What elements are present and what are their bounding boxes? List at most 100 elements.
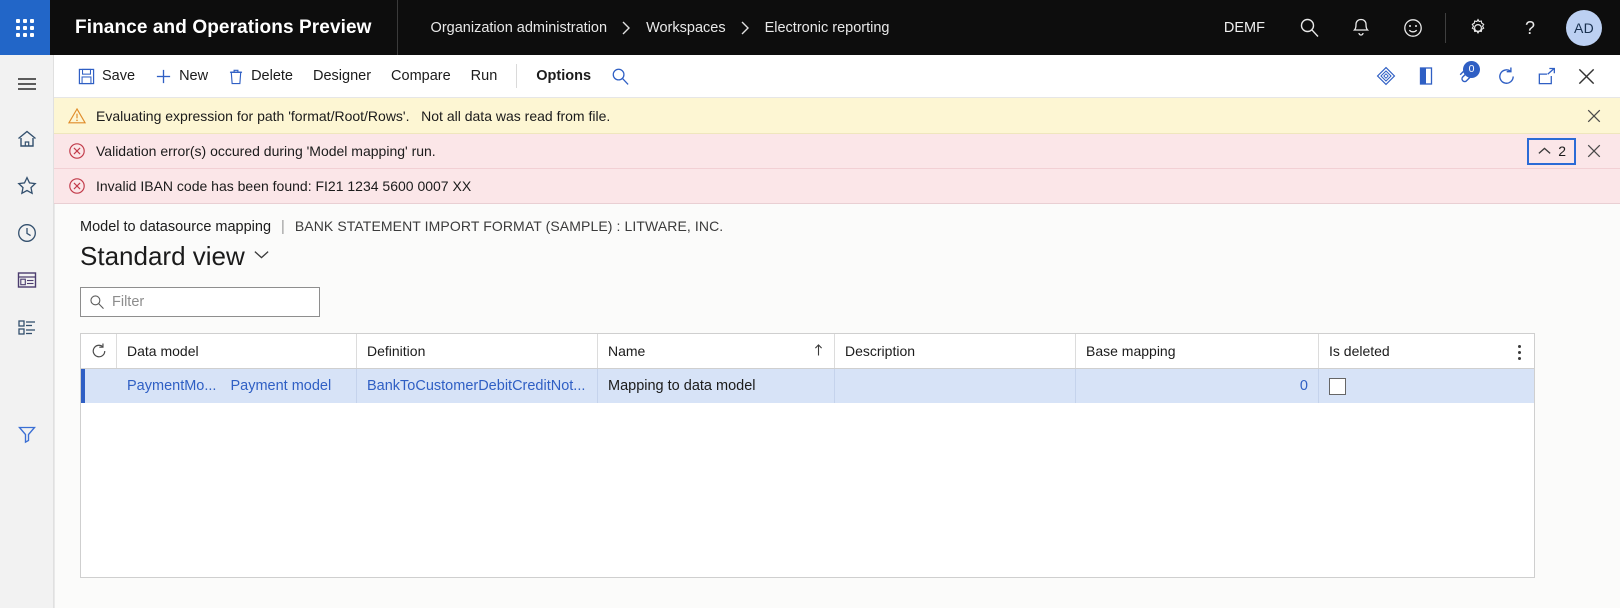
cell-data-model-name: Payment model [230, 378, 332, 394]
chevron-right-icon [621, 20, 632, 36]
compare-button[interactable]: Compare [381, 55, 461, 98]
grid-refresh-button[interactable] [81, 334, 117, 368]
top-nav-actions: DEMF ? AD [1224, 0, 1620, 55]
cell-definition[interactable]: BankToCustomerDebitCreditNot... [357, 369, 598, 403]
grid-column-label: Name [608, 343, 646, 359]
cell-is-deleted[interactable] [1319, 369, 1462, 403]
toolbar-right-actions: 0 [1366, 55, 1620, 98]
save-button[interactable]: Save [68, 55, 145, 98]
grid-column-label: Is deleted [1329, 343, 1390, 359]
page-title: Model to datasource mapping [80, 219, 272, 235]
close-icon[interactable] [1576, 99, 1612, 133]
designer-button[interactable]: Designer [303, 55, 381, 98]
grid-header-row: Data model Definition Name Description B… [81, 334, 1534, 369]
options-button[interactable]: Options [526, 55, 601, 98]
grid-column-header-definition[interactable]: Definition [357, 334, 598, 368]
toolbar-search-button[interactable] [601, 55, 640, 98]
cell-description[interactable] [835, 369, 1076, 403]
svg-text:?: ? [1525, 18, 1535, 38]
error-circle-icon [68, 142, 86, 160]
grid-column-label: Description [845, 343, 916, 359]
home-icon[interactable] [0, 115, 54, 162]
favorites-star-icon[interactable] [0, 162, 54, 209]
breadcrumb-item-electronic-reporting[interactable]: Electronic reporting [765, 20, 890, 36]
app-launcher-button[interactable] [0, 0, 50, 55]
feedback-smiley-icon[interactable] [1387, 0, 1439, 55]
product-title[interactable]: Finance and Operations Preview [50, 0, 398, 55]
cell-data-model[interactable]: PaymentMo... Payment model [117, 369, 357, 403]
search-icon[interactable] [1283, 0, 1335, 55]
avatar[interactable]: AD [1566, 9, 1602, 46]
close-icon[interactable] [1566, 55, 1606, 98]
attachments-icon[interactable]: 0 [1446, 55, 1486, 98]
chevron-down-icon [253, 249, 270, 264]
caption-separator: | [281, 219, 285, 235]
error-message-bar-iban: Invalid IBAN code has been found: FI21 1… [54, 169, 1620, 204]
page-content: Model to datasource mapping | BANK STATE… [54, 204, 1620, 608]
content-inner: Model to datasource mapping | BANK STATE… [80, 204, 1620, 608]
cell-name[interactable]: Mapping to data model [598, 369, 835, 403]
page-caption: Model to datasource mapping | BANK STATE… [80, 204, 1620, 235]
cell-data-model-code: PaymentMo... [127, 378, 217, 394]
view-selector-label: Standard view [80, 241, 245, 271]
run-button[interactable]: Run [461, 55, 508, 98]
save-button-label: Save [102, 68, 136, 84]
cell-base-mapping[interactable]: 0 [1076, 369, 1319, 403]
warning-message-text: Evaluating expression for path 'format/R… [96, 107, 611, 124]
settings-gear-icon[interactable] [1452, 0, 1504, 55]
error-message-text: Validation error(s) occured during 'Mode… [96, 143, 436, 159]
options-button-label: Options [536, 68, 592, 84]
personalize-diamond-icon[interactable] [1366, 55, 1406, 98]
error-detail-text: Invalid IBAN code has been found: FI21 1… [96, 178, 472, 194]
hamburger-menu-icon[interactable] [0, 60, 54, 107]
save-disk-icon [78, 68, 95, 85]
help-question-icon[interactable]: ? [1504, 0, 1556, 55]
recent-clock-icon[interactable] [0, 209, 54, 256]
delete-button-label: Delete [251, 68, 293, 84]
grid-column-header-base-mapping[interactable]: Base mapping [1076, 334, 1319, 368]
compare-button-label: Compare [391, 68, 451, 84]
grid-column-label: Base mapping [1086, 343, 1176, 359]
grid-column-header-data-model[interactable]: Data model [117, 334, 357, 368]
filter-input-placeholder: Filter [112, 294, 145, 310]
search-icon [611, 67, 630, 86]
refresh-icon[interactable] [1486, 55, 1526, 98]
toolbar-divider [516, 64, 518, 88]
grid-column-header-name[interactable]: Name [598, 334, 835, 368]
open-in-new-window-icon[interactable] [1526, 55, 1566, 98]
view-selector[interactable]: Standard view [80, 241, 1620, 272]
plus-icon [155, 68, 172, 85]
workspaces-icon[interactable] [0, 256, 54, 303]
is-deleted-checkbox[interactable] [1329, 377, 1346, 395]
breadcrumb-item-workspaces[interactable]: Workspaces [646, 20, 726, 36]
row-selection-indicator [81, 369, 117, 403]
chevron-up-icon [1537, 143, 1552, 159]
page-subtitle: BANK STATEMENT IMPORT FORMAT (SAMPLE) : … [294, 218, 724, 234]
collapse-messages-button[interactable]: 2 [1527, 137, 1576, 165]
nav-divider [1445, 12, 1446, 43]
notifications-bell-icon[interactable] [1335, 0, 1387, 55]
grid-column-header-description[interactable]: Description [835, 334, 1076, 368]
table-row[interactable]: PaymentMo... Payment model BankToCustome… [81, 369, 1534, 403]
company-selector[interactable]: DEMF [1224, 20, 1265, 36]
new-button[interactable]: New [145, 55, 218, 98]
search-icon [89, 294, 105, 310]
filter-funnel-icon[interactable] [0, 410, 54, 457]
breadcrumb-item-organization-administration[interactable]: Organization administration [431, 20, 608, 36]
filter-input[interactable]: Filter [80, 287, 320, 317]
designer-button-label: Designer [313, 68, 372, 84]
grid-column-label: Definition [367, 343, 426, 359]
close-icon[interactable] [1576, 134, 1612, 168]
error-message-bar-validation: Validation error(s) occured during 'Mode… [54, 134, 1620, 169]
delete-button[interactable]: Delete [218, 55, 303, 98]
modules-list-icon[interactable] [0, 303, 54, 350]
office-app-icon[interactable] [1406, 55, 1446, 98]
attachment-count-badge: 0 [1463, 60, 1480, 78]
grid-column-header-is-deleted[interactable]: Is deleted [1319, 334, 1462, 368]
run-button-label: Run [470, 68, 498, 84]
top-navigation-bar: Finance and Operations Preview Organizat… [0, 0, 1620, 55]
new-button-label: New [179, 68, 209, 84]
left-navigation-rail [0, 55, 54, 608]
more-vertical-icon[interactable] [1511, 342, 1527, 362]
command-toolbar: Save New Delete Designer Compare Run Opt… [54, 55, 1620, 98]
